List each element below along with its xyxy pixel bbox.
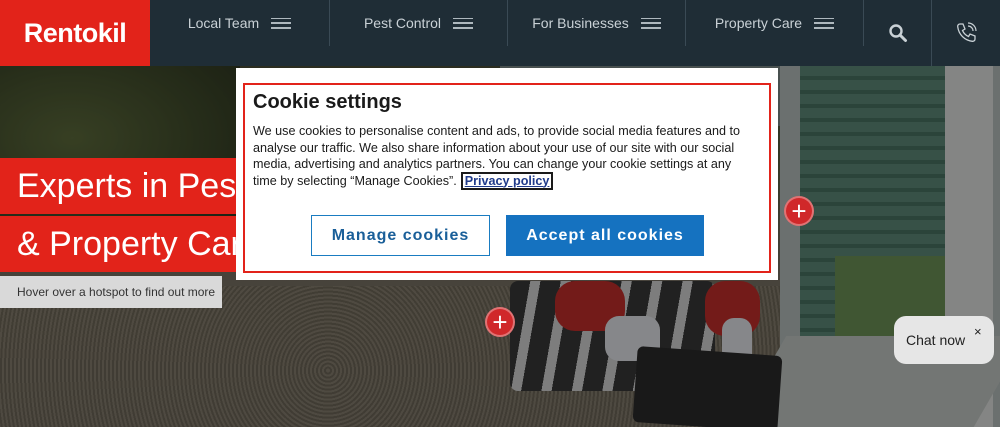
chat-widget[interactable]: Chat now × <box>894 316 994 364</box>
hero-headline-line2: & Property Care <box>0 216 245 272</box>
nav-label: Local Team <box>187 15 260 31</box>
hotspot-plus-icon[interactable]: + <box>784 196 814 226</box>
privacy-policy-link[interactable]: Privacy policy <box>460 171 554 190</box>
cookie-description: We use cookies to personalise content an… <box>253 123 758 190</box>
search-button[interactable] <box>864 0 932 66</box>
site-header: Rentokil Local Team Pest Control For Bus… <box>0 0 1000 66</box>
nav-local-team[interactable]: Local Team <box>150 0 330 46</box>
search-icon <box>888 24 907 42</box>
hero-headline-line1: Experts in Pest <box>0 158 245 214</box>
menu-icon <box>453 17 474 29</box>
nav-property-care[interactable]: Property Care <box>686 0 864 46</box>
rentokil-logo[interactable]: Rentokil <box>0 0 150 66</box>
nav-label: Property Care <box>714 15 803 31</box>
hotspot-plus-icon[interactable]: + <box>485 307 515 337</box>
nav-label: For Businesses <box>532 15 629 31</box>
chat-now-label: Chat now <box>906 332 966 348</box>
modal-title: Cookie settings <box>253 91 402 113</box>
phone-icon <box>957 22 977 42</box>
accept-all-cookies-button[interactable]: Accept all cookies <box>506 215 704 256</box>
cookie-settings-modal: Cookie settings We use cookies to person… <box>236 68 778 280</box>
manage-cookies-button[interactable]: Manage cookies <box>311 215 490 256</box>
nav-for-businesses[interactable]: For Businesses <box>508 0 686 46</box>
close-icon[interactable]: × <box>974 324 982 339</box>
menu-icon <box>814 17 835 29</box>
nav-label: Pest Control <box>363 15 442 31</box>
nav-pest-control[interactable]: Pest Control <box>330 0 508 46</box>
hotspot-hint: Hover over a hotspot to find out more <box>0 276 222 308</box>
menu-icon <box>640 17 661 29</box>
phone-button[interactable] <box>932 0 1000 66</box>
logo-text: Rentokil <box>23 17 127 48</box>
menu-icon <box>271 17 292 29</box>
